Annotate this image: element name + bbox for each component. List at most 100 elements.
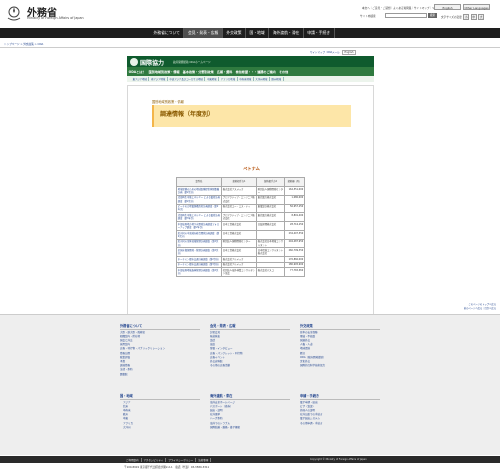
search-input[interactable] (385, 13, 427, 18)
nav-procedures[interactable]: 申請・手続き (304, 28, 335, 38)
sitemap-heading[interactable]: 外務省について (120, 323, 200, 330)
oda-menu-item[interactable]: 基本政策・分野別政策 (181, 69, 215, 74)
oda-banner-subtitle: 政府開発援助 ODAホームページ (173, 60, 211, 64)
main-content: 国別地域別政策・情報 調達情報（年度別） ベトナム 案件名 契約相手方1 契約相… (127, 85, 374, 344)
project-name[interactable]: 中部高原地方地下水開発計画調査フォローアップ調査（第2年次） (176, 221, 222, 231)
global-nav: 外務省について 会見・発表・広報 外交政策 国・地域 海外渡航・滞在 申請・手続… (0, 28, 500, 38)
contractor-1: 株式会社エー・エス・ティ (221, 203, 257, 214)
font-size-large-button[interactable]: 大 (478, 14, 485, 20)
project-name[interactable]: 北部再生可能エネルギー による電化計画調査（第2次分） (176, 194, 222, 205)
contractor-2: 株式会社パスコ (256, 267, 285, 277)
project-name[interactable]: 全国水資源開発・管理計画調査（第2次分） (176, 247, 222, 258)
oda-submenu-item[interactable]: 南アジア地域 (149, 77, 168, 81)
oda-submenu-item[interactable]: 東アジア地域 (131, 77, 150, 81)
oda-mail-link[interactable]: ODAメール (327, 51, 340, 54)
other-languages-button[interactable]: Other Languages (463, 4, 490, 10)
contractor-2: 東北電力株式会社 (256, 194, 285, 205)
column-header: 案件名 (176, 177, 222, 187)
sitemap-column: 会見・発表・広報 記者会見 報道発表 談話 演説 寄稿・インタビュー 広報・パン… (210, 323, 290, 368)
nav-about[interactable]: 外務省について (150, 28, 185, 38)
country-heading: ベトナム (243, 166, 260, 171)
english-button[interactable]: English (434, 4, 461, 10)
site-header: 外務省 Ministry of Foreign Affairs of Japan… (0, 0, 500, 27)
footer-link[interactable]: 法的事項 (196, 457, 212, 462)
oda-banner-title[interactable]: 国際協力 (140, 58, 164, 67)
sitemap-link[interactable]: 国際結婚・離婚・養子縁組 (210, 426, 290, 430)
table-row: 中部高原地域森林管理計画調査（第2次分） 社団法人海外林業コンサルタンツ協会 株… (176, 267, 305, 277)
utility-links[interactable]: 本文へ｜ご意見・ご感想｜よくある質問集｜サイトマップ｜リンク集 (362, 6, 442, 10)
oda-submenu-item[interactable]: 大洋州地域 (254, 77, 270, 81)
nav-policy[interactable]: 外交政策 (223, 28, 247, 38)
oda-submenu-item[interactable]: 中央アジア及びコーカサス地域 (168, 77, 206, 81)
footer-link[interactable]: プライバシーポリシー (166, 457, 197, 462)
font-size-label: 文字サイズの変更 (441, 16, 462, 19)
column-header: 契約額（円） (284, 177, 305, 187)
contract-amount: 164,551,000 (284, 186, 305, 196)
back-previous-link[interactable]: 前のページへ戻る｜目次へ戻る (450, 307, 496, 311)
contract-amount: 234,407,550 (284, 229, 305, 240)
oda-sitemap-link[interactable]: サイトマップ (310, 51, 325, 54)
table-header-row: 案件名 契約相手方1 契約相手方2 契約額（円） (176, 177, 305, 187)
sitemap-heading[interactable]: 国・地域 (120, 393, 200, 400)
nav-regions[interactable]: 国・地域 (246, 28, 270, 38)
search-button[interactable]: 検索 (428, 13, 437, 18)
sitemap-column: 国・地域 アジア 北米 中南米 欧州 中東 アフリカ 大洋州 (120, 393, 200, 430)
contractor-2: 日本環境コンサルタント株式会社 (256, 247, 285, 258)
project-name[interactable]: 北部再生可能エネルギー による電化計画調査（第3年次） (176, 212, 222, 223)
oda-menu-item[interactable]: 広報・資料 (215, 69, 234, 74)
nav-travel[interactable]: 海外渡航・滞在 (269, 28, 304, 38)
footer-bar: ご利用案内 アクセシビリティ プライバシーポリシー 法的事項 Copyright… (0, 456, 500, 463)
project-name[interactable]: 紅河河川中流域を総合開発計画調査（第2次分） (176, 229, 222, 240)
project-name[interactable]: 中部高原地域森林管理計画調査（第2次分） (176, 267, 222, 277)
font-size-switcher: 文字サイズの変更 小 中 大 (441, 14, 485, 20)
table-row: 北部再生可能エネルギー による電化計画調査（第2次分） プロアクティブ・エンジニ… (176, 194, 305, 205)
oda-submenu-item[interactable]: 中南米地域 (238, 77, 254, 81)
footer-link[interactable]: ご利用案内 (124, 457, 142, 462)
sitemap-link[interactable]: 大洋州 (120, 426, 200, 430)
oda-submenu-item[interactable]: 欧州地域 (270, 77, 284, 81)
sitemap-heading[interactable]: 外交政策 (300, 323, 380, 330)
footer-link[interactable]: アクセシビリティ (142, 457, 167, 462)
nav-press[interactable]: 会見・発表・広報 (184, 28, 223, 38)
site-subtitle: Ministry of Foreign Affairs of Japan (27, 16, 84, 20)
oda-menu-item[interactable]: ODAとは？ (127, 69, 147, 74)
oda-menu-item[interactable]: 参加希望・・・連携のご案内 (234, 69, 277, 74)
sitemap-link[interactable]: その他の広報活動 (210, 364, 290, 368)
sitemap-heading[interactable]: 申請・手続き (300, 393, 380, 400)
breadcrumb[interactable]: トップページ > 外交政策 > ODA (4, 42, 43, 46)
oda-menu-item[interactable]: 国別地域別政策・情報 (147, 69, 181, 74)
font-size-medium-button[interactable]: 中 (470, 14, 477, 20)
oda-submenu-item[interactable]: アフリカ地域 (219, 77, 238, 81)
sitemap-link[interactable]: 図書館 (120, 373, 200, 377)
search-label: サイト内検索 (360, 15, 376, 18)
table-row: 地域保健のための地域医療提供体制整備計画（第2次分） 株式会社アスメック 財団法… (176, 186, 305, 196)
footer-links: ご利用案内 アクセシビリティ プライバシーポリシー 法的事項 (124, 456, 212, 463)
contractor-1: 株式会社アスメック (221, 186, 257, 196)
sitemap-column: 申請・手続き 電子申請・届出 ビザ（査証） 外国人の証明 在外公館での手続き 電… (300, 393, 380, 426)
project-name[interactable]: ビーチの立地電源構造化計画調査（第2年次） (176, 203, 222, 214)
contract-amount: 8,891,400 (284, 212, 305, 223)
oda-menu-item[interactable]: その他 (277, 69, 289, 74)
oda-submenu-item[interactable]: 中東地域 (205, 77, 220, 81)
page-title: 調達情報（年度別） (160, 111, 215, 118)
contractor-1: 日本工営株式会社 (221, 221, 257, 231)
table-row: 中部高原地方地下水開発計画調査フォローアップ調査（第2年次） 日本工営株式会社 … (176, 221, 305, 231)
font-size-small-button[interactable]: 小 (463, 14, 470, 20)
oda-english-button[interactable]: English (342, 50, 356, 55)
address: 〒100-8919 東京都千代田区霞が関2-2-1 電話（代表）03-3580-… (124, 466, 210, 469)
page-navigation-links: このページのトップへ戻る 前のページへ戻る｜目次へ戻る (450, 303, 496, 311)
footer-sitemap: 外務省について 大臣・副大臣・政務官 組織案内・所在地 国会と外交 採用案内 広… (0, 314, 500, 455)
contractor-1: 財団法人国際開発センター (221, 238, 257, 249)
project-name[interactable]: 紅河河川全体流域管理計画調査（第2次分） (176, 238, 222, 249)
contractor-1: 社団法人海外林業コンサルタンツ協会 (221, 267, 257, 277)
copyright: Copyright © Ministry of Foreign Affairs … (310, 457, 367, 461)
globe-icon (130, 57, 138, 66)
ministry-emblem-icon[interactable] (4, 4, 24, 22)
divider (0, 47, 500, 48)
contractor-2: 東北電力株式会社 (256, 212, 285, 223)
sitemap-link[interactable]: 国際的な科学技術協力 (300, 364, 380, 368)
project-name[interactable]: 地域保健のための地域医療提供体制整備計画（第2次分） (176, 186, 222, 196)
sitemap-heading[interactable]: 会見・発表・広報 (210, 323, 290, 330)
sitemap-link[interactable]: その他申請・手続き (300, 422, 380, 426)
sitemap-heading[interactable]: 海外渡航・滞在 (210, 393, 290, 400)
